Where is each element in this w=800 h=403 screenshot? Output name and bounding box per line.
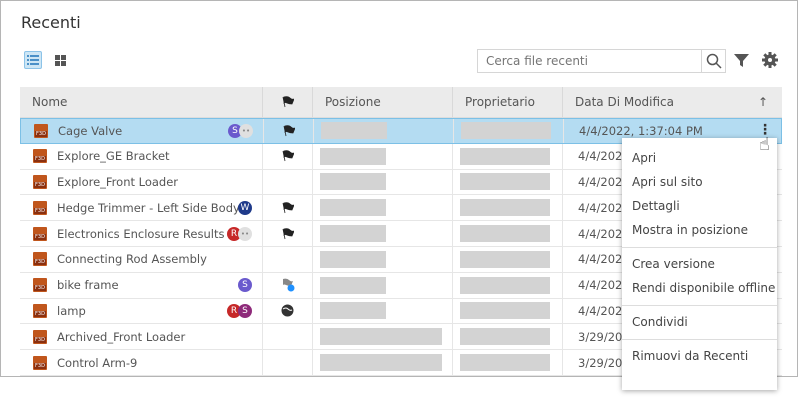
f3d-file-icon [33, 226, 47, 241]
hand-cursor-icon: ☝ [759, 134, 770, 155]
more-users-icon: •• [239, 123, 253, 138]
f3d-file-icon [33, 174, 47, 189]
owner-placeholder [461, 122, 551, 140]
filter-icon[interactable] [734, 52, 749, 68]
grid-icon [54, 54, 66, 66]
column-owner[interactable]: Proprietario [453, 87, 563, 117]
f3d-file-icon [33, 278, 47, 293]
file-name[interactable]: Archived_Front Loader [57, 330, 185, 344]
position-placeholder [320, 147, 386, 165]
menu-item-create-version[interactable]: Crea versione [622, 252, 777, 276]
user-avatar: S [238, 278, 252, 293]
sort-ascending-icon[interactable]: ↑ [758, 95, 768, 109]
owner-placeholder [460, 147, 550, 165]
position-placeholder [320, 173, 386, 191]
owner-placeholder [460, 173, 550, 191]
owner-placeholder [460, 199, 550, 217]
menu-item-open[interactable]: Apri [622, 146, 777, 170]
file-name[interactable]: Explore_Front Loader [57, 175, 178, 189]
menu-item-share[interactable]: Condividi [622, 310, 777, 334]
flag-icon [282, 202, 294, 213]
f3d-file-icon [33, 329, 47, 344]
position-placeholder [320, 199, 386, 217]
table-header: Nome Posizione Proprietario Data Di Modi… [20, 87, 782, 118]
list-icon [27, 55, 39, 65]
file-name[interactable]: Hedge Trimmer - Left Side Body [57, 201, 240, 215]
user-avatar: W [238, 200, 252, 215]
f3d-file-icon [33, 149, 47, 164]
owner-placeholder [460, 302, 550, 320]
file-name[interactable]: bike frame [57, 278, 119, 292]
position-placeholder [320, 250, 386, 268]
more-users-icon: •• [238, 226, 252, 241]
column-date-label: Data Di Modifica [575, 95, 675, 109]
menu-item-offline[interactable]: Rendi disponibile offline [622, 276, 777, 300]
column-flag[interactable] [263, 87, 313, 117]
owner-placeholder [460, 250, 550, 268]
flag-icon [282, 150, 294, 162]
owner-placeholder [460, 225, 550, 243]
search-button[interactable] [701, 50, 725, 72]
list-view-button[interactable] [24, 51, 42, 69]
column-date[interactable]: Data Di Modifica ↑ [563, 87, 782, 117]
menu-divider [622, 305, 777, 306]
search-input[interactable] [478, 50, 701, 72]
column-name[interactable]: Nome [20, 87, 263, 117]
owner-placeholder [460, 354, 550, 372]
file-name[interactable]: Electronics Enclosure Results v1 [57, 227, 242, 241]
file-name[interactable]: lamp [57, 304, 86, 318]
file-name[interactable]: Cage Valve [58, 124, 122, 138]
owner-placeholder [460, 328, 550, 346]
menu-item-remove[interactable]: Rimuovi da Recenti [622, 344, 777, 368]
page-title: Recenti [21, 13, 81, 32]
user-avatar: S [238, 303, 252, 318]
position-placeholder [320, 276, 386, 294]
search-box [477, 49, 726, 73]
f3d-file-icon [33, 252, 47, 267]
menu-item-details[interactable]: Dettagli [622, 194, 777, 218]
flag-icon [283, 125, 295, 136]
menu-item-open-site[interactable]: Apri sul sito [622, 170, 777, 194]
file-name[interactable]: Connecting Rod Assembly [57, 252, 207, 266]
owner-placeholder [460, 276, 550, 294]
menu-divider [622, 247, 777, 248]
context-menu: Apri Apri sul sito Dettagli Mostra in po… [622, 138, 777, 390]
position-placeholder [320, 328, 442, 346]
position-placeholder [321, 122, 387, 140]
f3d-file-icon [33, 303, 47, 318]
position-placeholder [320, 354, 442, 372]
grid-view-button[interactable] [51, 51, 69, 69]
modified-date: 4/4/2022, 1:37:04 PM [579, 123, 703, 138]
flag-info-icon [281, 278, 294, 292]
f3d-file-icon [33, 200, 47, 215]
flag-icon [282, 227, 294, 239]
column-position[interactable]: Posizione [313, 87, 453, 117]
menu-divider [622, 339, 777, 340]
file-name[interactable]: Explore_GE Bracket [57, 149, 170, 163]
position-placeholder [320, 225, 386, 243]
position-placeholder [320, 302, 386, 320]
f3d-file-icon [33, 355, 47, 370]
file-name[interactable]: Control Arm-9 [57, 356, 137, 370]
f3d-file-icon [34, 123, 48, 138]
globe-icon [281, 304, 294, 317]
flag-icon [282, 96, 294, 108]
search-icon [706, 53, 722, 69]
gear-icon[interactable] [762, 52, 778, 68]
menu-item-show-position[interactable]: Mostra in posizione [622, 218, 777, 242]
